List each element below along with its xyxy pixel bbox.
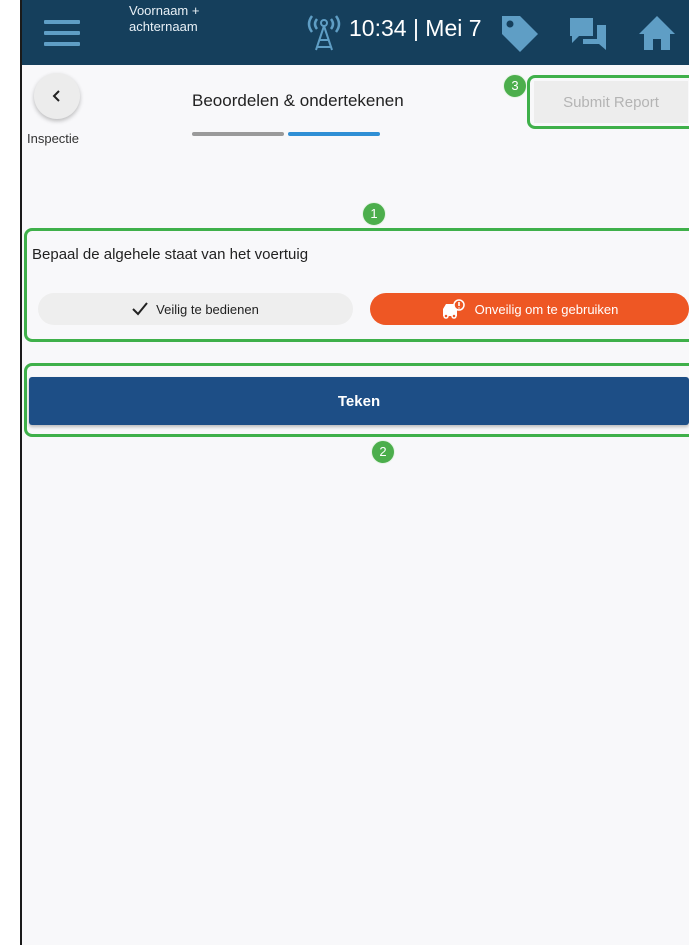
sign-button[interactable]: Teken	[29, 377, 689, 425]
condition-question: Bepaal de algehele staat van het voertui…	[32, 246, 309, 263]
checkmark-icon	[132, 302, 148, 316]
safe-to-operate-button[interactable]: Veilig te bedienen	[38, 293, 353, 325]
marker-1: 1	[362, 202, 386, 226]
date-time: 10:34 | Mei 7	[349, 15, 482, 41]
back-label: Inspectie	[27, 131, 80, 146]
page-title: Beoordelen & ondertekenen	[192, 91, 404, 110]
chevron-left-icon	[52, 90, 60, 102]
unsafe-to-use-button[interactable]: Onveilig om te gebruiken	[370, 293, 689, 325]
user-name: Voornaam + achternaam	[129, 3, 200, 34]
screen-bezel	[0, 0, 21, 945]
highlight-submit	[527, 75, 689, 129]
home-icon[interactable]	[637, 14, 677, 52]
menu-icon[interactable]	[44, 20, 80, 46]
chat-icon[interactable]	[567, 14, 609, 54]
app-screen: Voornaam + achternaam 10:34 | Mei 7 Insp…	[22, 0, 689, 945]
tag-icon[interactable]	[498, 12, 540, 54]
top-bar: Voornaam + achternaam 10:34 | Mei 7	[22, 0, 689, 65]
back-button[interactable]	[34, 73, 80, 119]
marker-3: 3	[503, 74, 527, 98]
safe-label: Veilig te bedienen	[156, 301, 259, 317]
marker-2: 2	[371, 440, 395, 464]
progress-step-1	[192, 132, 284, 136]
signal-icon	[307, 15, 341, 51]
unsafe-label: Onveilig om te gebruiken	[474, 301, 619, 317]
progress-step-2	[288, 132, 380, 136]
vehicle-warning-icon	[442, 299, 465, 319]
